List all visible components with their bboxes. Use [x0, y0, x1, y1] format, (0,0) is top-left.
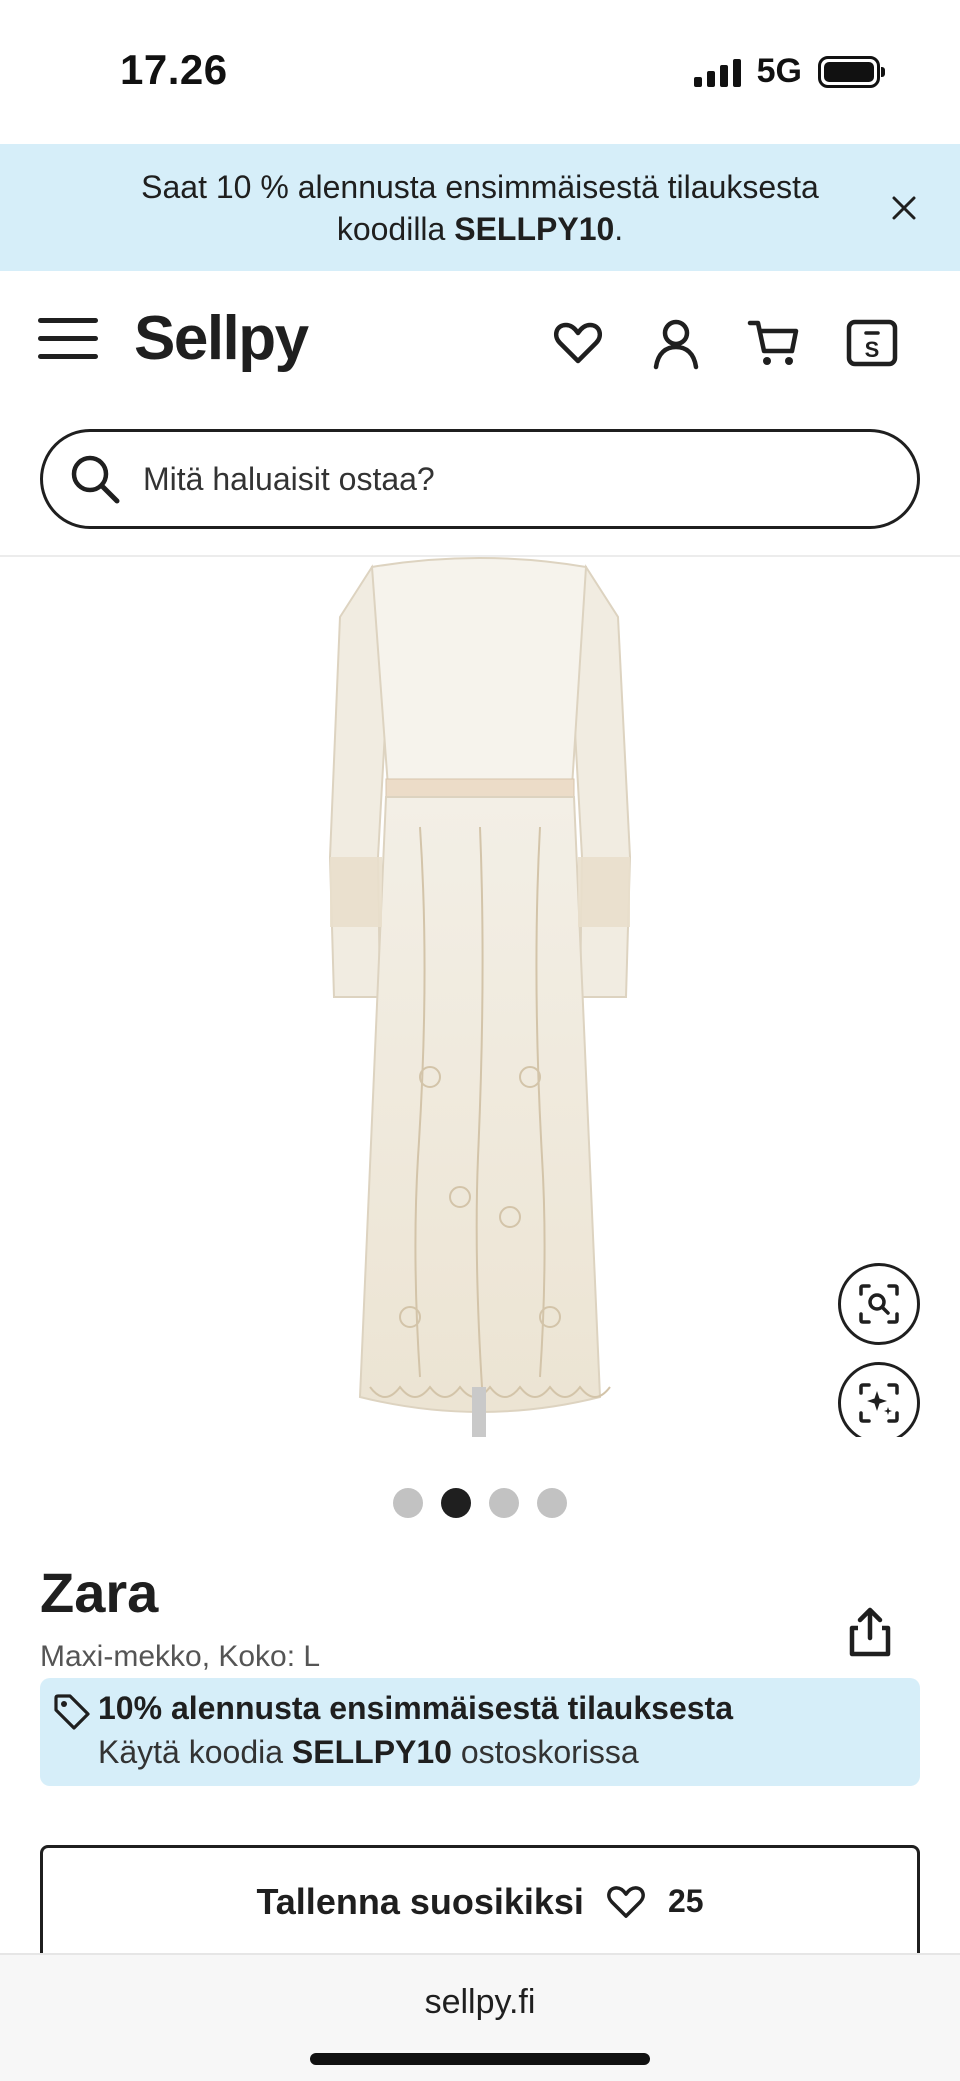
product-brand[interactable]: Zara: [40, 1560, 158, 1625]
signal-icon: [693, 57, 741, 87]
network-label: 5G: [756, 52, 802, 90]
discount-title: 10% alennusta ensimmäisestä tilauksesta: [98, 1690, 733, 1726]
browser-address-bar[interactable]: sellpy.fi: [0, 1953, 960, 2081]
save-favorite-button[interactable]: Tallenna suosikiksi 25: [40, 1845, 920, 1955]
product-subtitle: Maxi-mekko, Koko: L: [40, 1640, 321, 1673]
promo-text-after: .: [614, 210, 624, 247]
site-header: Sellpy S: [0, 271, 960, 411]
promo-code: SELLPY10: [454, 210, 615, 247]
status-indicators: 5G: [693, 52, 885, 91]
svg-text:S: S: [865, 337, 880, 362]
menu-icon[interactable]: [38, 314, 98, 364]
search-input[interactable]: [143, 460, 843, 498]
home-indicator: [310, 2053, 650, 2065]
close-icon[interactable]: [884, 188, 924, 228]
carousel-dot[interactable]: [489, 1488, 519, 1518]
visual-search-icon[interactable]: [838, 1362, 920, 1437]
carousel-dot-active[interactable]: [441, 1488, 471, 1518]
carousel-dots: [0, 1488, 960, 1518]
save-favorite-label: Tallenna suosikiksi: [256, 1880, 584, 1922]
carousel-dot[interactable]: [537, 1488, 567, 1518]
heart-icon[interactable]: [550, 315, 606, 371]
discount-notice: 10% alennusta ensimmäisestä tilauksesta …: [40, 1678, 920, 1786]
browser-url[interactable]: sellpy.fi: [0, 1983, 960, 2022]
share-icon[interactable]: [842, 1604, 898, 1660]
product-image-gallery[interactable]: [0, 557, 960, 1437]
sellpy-bag-icon[interactable]: S: [844, 315, 900, 371]
carousel-dot[interactable]: [393, 1488, 423, 1518]
product-image: [328, 557, 632, 1437]
search-bar[interactable]: [40, 429, 920, 529]
discount-subtitle: Käytä koodia SELLPY10 ostoskorissa: [98, 1734, 639, 1771]
battery-icon: [818, 55, 885, 88]
zoom-search-icon[interactable]: [838, 1263, 920, 1345]
discount-sub-after: ostoskorissa: [451, 1734, 639, 1770]
user-icon[interactable]: [648, 315, 704, 371]
heart-icon: [607, 1885, 645, 1918]
cart-icon[interactable]: [746, 315, 802, 371]
discount-code: SELLPY10: [291, 1734, 452, 1770]
tag-icon: [52, 1692, 92, 1732]
status-time: 17.26: [120, 46, 228, 93]
discount-sub-before: Käytä koodia: [98, 1734, 292, 1770]
sellpy-logo[interactable]: Sellpy: [134, 303, 309, 374]
favorite-count: 25: [667, 1883, 704, 1919]
status-bar: 17.26 5G: [0, 0, 960, 144]
promo-text: Saat 10 % alennusta ensimmäisestä tilauk…: [90, 166, 870, 250]
search-icon: [67, 451, 123, 507]
promo-banner: Saat 10 % alennusta ensimmäisestä tilauk…: [0, 144, 960, 271]
